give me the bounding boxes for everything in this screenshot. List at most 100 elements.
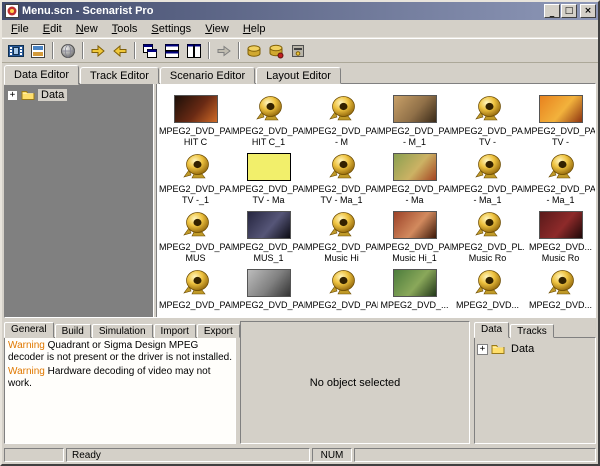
tree-item-label[interactable]: Data [38, 89, 68, 101]
asset-label-line2: HIT C_1 [251, 137, 286, 147]
asset-item[interactable]: MPEG2_DVD_PAL...- Ma_1 [451, 150, 524, 208]
disc-write-icon[interactable] [265, 40, 287, 61]
asset-label-line2: - Ma_1 [473, 195, 502, 205]
video-thumbnail [392, 150, 437, 184]
asset-item[interactable]: MPEG2_DVD_PAL...Music Hi [305, 208, 378, 266]
asset-item[interactable]: MPEG2_DVD_PA...- Ma_1 [524, 150, 595, 208]
asset-label-line2: MUS_1 [253, 253, 284, 263]
menu-item-help[interactable]: Help [236, 22, 273, 36]
tab-export[interactable]: Export [196, 324, 240, 338]
asset-label-line2: TV - [479, 137, 496, 147]
tab-import[interactable]: Import [153, 324, 196, 338]
tree-item-label[interactable]: Data [508, 343, 538, 355]
asset-item[interactable]: MPEG2_DVD_PA...TV - [524, 92, 595, 150]
asset-item[interactable]: MPEG2_DVD_PAL...- Ma [378, 150, 451, 208]
tree-item-data[interactable]: + Data [7, 87, 151, 103]
asset-grid-panel: MPEG2_DVD_PAL-...HIT CMPEG2_DVD_PAL-...H… [157, 84, 595, 317]
asset-item[interactable]: MPEG2_DVD_PA... TV -_1 [159, 150, 232, 208]
asset-label-line1: MPEG2_DVD_PA... [451, 126, 524, 136]
asset-label-line2: Music Hi_1 [392, 253, 437, 263]
asset-label-line1: MPEG2_DVD_PAL... [305, 242, 378, 252]
asset-item[interactable]: MPEG2_DVD_PAL-...HIT C_1 [232, 92, 305, 150]
tree-item-data[interactable]: + Data [477, 341, 593, 357]
asset-label-line2: TV - [552, 137, 569, 147]
tab-simulation[interactable]: Simulation [91, 324, 153, 338]
close-button[interactable]: × [580, 4, 596, 18]
tab-general[interactable]: General [4, 322, 54, 338]
asset-item[interactable]: MPEG2_DVD_PL... Music Ro [451, 208, 524, 266]
asset-item[interactable]: MPEG2_DVD_PAL-...TV - Ma_1 [305, 150, 378, 208]
tab-layout-editor[interactable]: Layout Editor [256, 67, 341, 84]
tab-scenario-editor[interactable]: Scenario Editor [159, 67, 256, 84]
import-arrow-icon[interactable] [109, 40, 131, 61]
video-thumbnail [173, 92, 218, 126]
editor-area: + Data MPEG2_DVD_PAL-...HIT CMPEG2_DVD_P… [4, 83, 596, 318]
disc-icon[interactable] [243, 40, 265, 61]
expand-icon[interactable]: + [7, 89, 18, 101]
app-window: Menu.scn - Scenarist Pro _ □ × File Edit N… [0, 0, 600, 466]
minimize-button[interactable]: _ [544, 4, 560, 18]
maximize-button[interactable]: □ [561, 4, 577, 18]
asset-item[interactable]: MPEG2_DVD_PAL-...HIT C [159, 92, 232, 150]
asset-label-line2: Music Ro [541, 253, 580, 263]
asset-item[interactable]: MPEG2_DVD_PAL...- M [305, 92, 378, 150]
asset-item[interactable]: MPEG2_DVD_PAL... [159, 266, 232, 317]
asset-label-line1: MPEG2_DVD_PAL... [232, 242, 305, 252]
expand-icon[interactable]: + [477, 343, 488, 355]
asset-item[interactable]: MPEG2_DVD_PAL...MUS_1 [232, 208, 305, 266]
storyboard-icon[interactable] [27, 40, 49, 61]
asset-label-line2: HIT C [183, 137, 208, 147]
asset-label-line1: MPEG2_DVD_PAL... [378, 184, 451, 194]
jukebox-icon[interactable] [287, 40, 309, 61]
video-thumbnail [538, 208, 583, 242]
asset-label-line1: MPEG2_DVD_PAL-... [159, 126, 232, 136]
tab-tracks[interactable]: Tracks [510, 324, 554, 338]
asset-item[interactable]: MPEG2_DVD... Music Ro [524, 208, 595, 266]
tab-build[interactable]: Build [54, 324, 91, 338]
menu-item-file[interactable]: File [4, 22, 36, 36]
warning-message: Warning Hardware decoding of video may n… [8, 366, 211, 389]
asset-grid: MPEG2_DVD_PAL-...HIT CMPEG2_DVD_PAL-...H… [157, 84, 595, 317]
audio-speaker-icon [473, 266, 503, 300]
asset-item[interactable]: MPEG2_DVD... [524, 266, 595, 317]
asset-label-line2: TV - Ma [252, 195, 285, 205]
tab-track-editor[interactable]: Track Editor [80, 67, 159, 84]
toolbar-separator [82, 42, 84, 59]
menu-item-view[interactable]: View [198, 22, 236, 36]
globe-icon[interactable] [57, 40, 79, 61]
asset-label-line2: - M [335, 137, 348, 147]
asset-item[interactable]: MPEG2_DVD_PAL...Music Hi_1 [378, 208, 451, 266]
asset-item[interactable]: MPEG2_DVD_PAL-...TV - Ma [232, 150, 305, 208]
menu-item-new[interactable]: New [69, 22, 105, 36]
audio-speaker-icon [546, 266, 576, 300]
menu-item-edit[interactable]: Edit [36, 22, 69, 36]
asset-item[interactable]: MPEG2_DVD_... [378, 266, 451, 317]
asset-item[interactable]: MPEG2_DVD_PAL...- M_1 [378, 92, 451, 150]
asset-item[interactable]: MPEG2_DVD_PAL...MUS [159, 208, 232, 266]
window-layout-icon[interactable] [183, 40, 205, 61]
menu-item-tools[interactable]: Tools [105, 22, 145, 36]
toolbar [2, 38, 598, 63]
bottom-right-tab-strip: Data Tracks [474, 321, 596, 338]
window-cascade-icon[interactable] [139, 40, 161, 61]
asset-label-line1: MPEG2_DVD_PA... [524, 126, 595, 136]
asset-item[interactable]: MPEG2_DVD... [451, 266, 524, 317]
asset-label-line2: - Ma [405, 195, 424, 205]
tab-data-editor[interactable]: Data Editor [4, 65, 80, 85]
audio-speaker-icon [473, 150, 503, 184]
still-thumbnail [246, 150, 291, 184]
video-thumbnail [392, 208, 437, 242]
film-strip-icon[interactable] [5, 40, 27, 61]
window-title: Menu.scn - Scenarist Pro [22, 5, 154, 17]
export-arrow-icon[interactable] [87, 40, 109, 61]
asset-item[interactable]: MPEG2_DVD_PAL... [305, 266, 378, 317]
asset-item[interactable]: MPEG2_DVD_PA...TV - [451, 92, 524, 150]
window-tile-icon[interactable] [161, 40, 183, 61]
status-num-indicator: NUM [312, 448, 352, 462]
asset-label-line2: TV - Ma_1 [320, 195, 363, 205]
tab-data[interactable]: Data [474, 322, 510, 338]
video-thumbnail [246, 266, 291, 300]
asset-item[interactable]: MPEG2_DVD_PAL... [232, 266, 305, 317]
menu-item-settings[interactable]: Settings [144, 22, 198, 36]
navigate-icon[interactable] [213, 40, 235, 61]
